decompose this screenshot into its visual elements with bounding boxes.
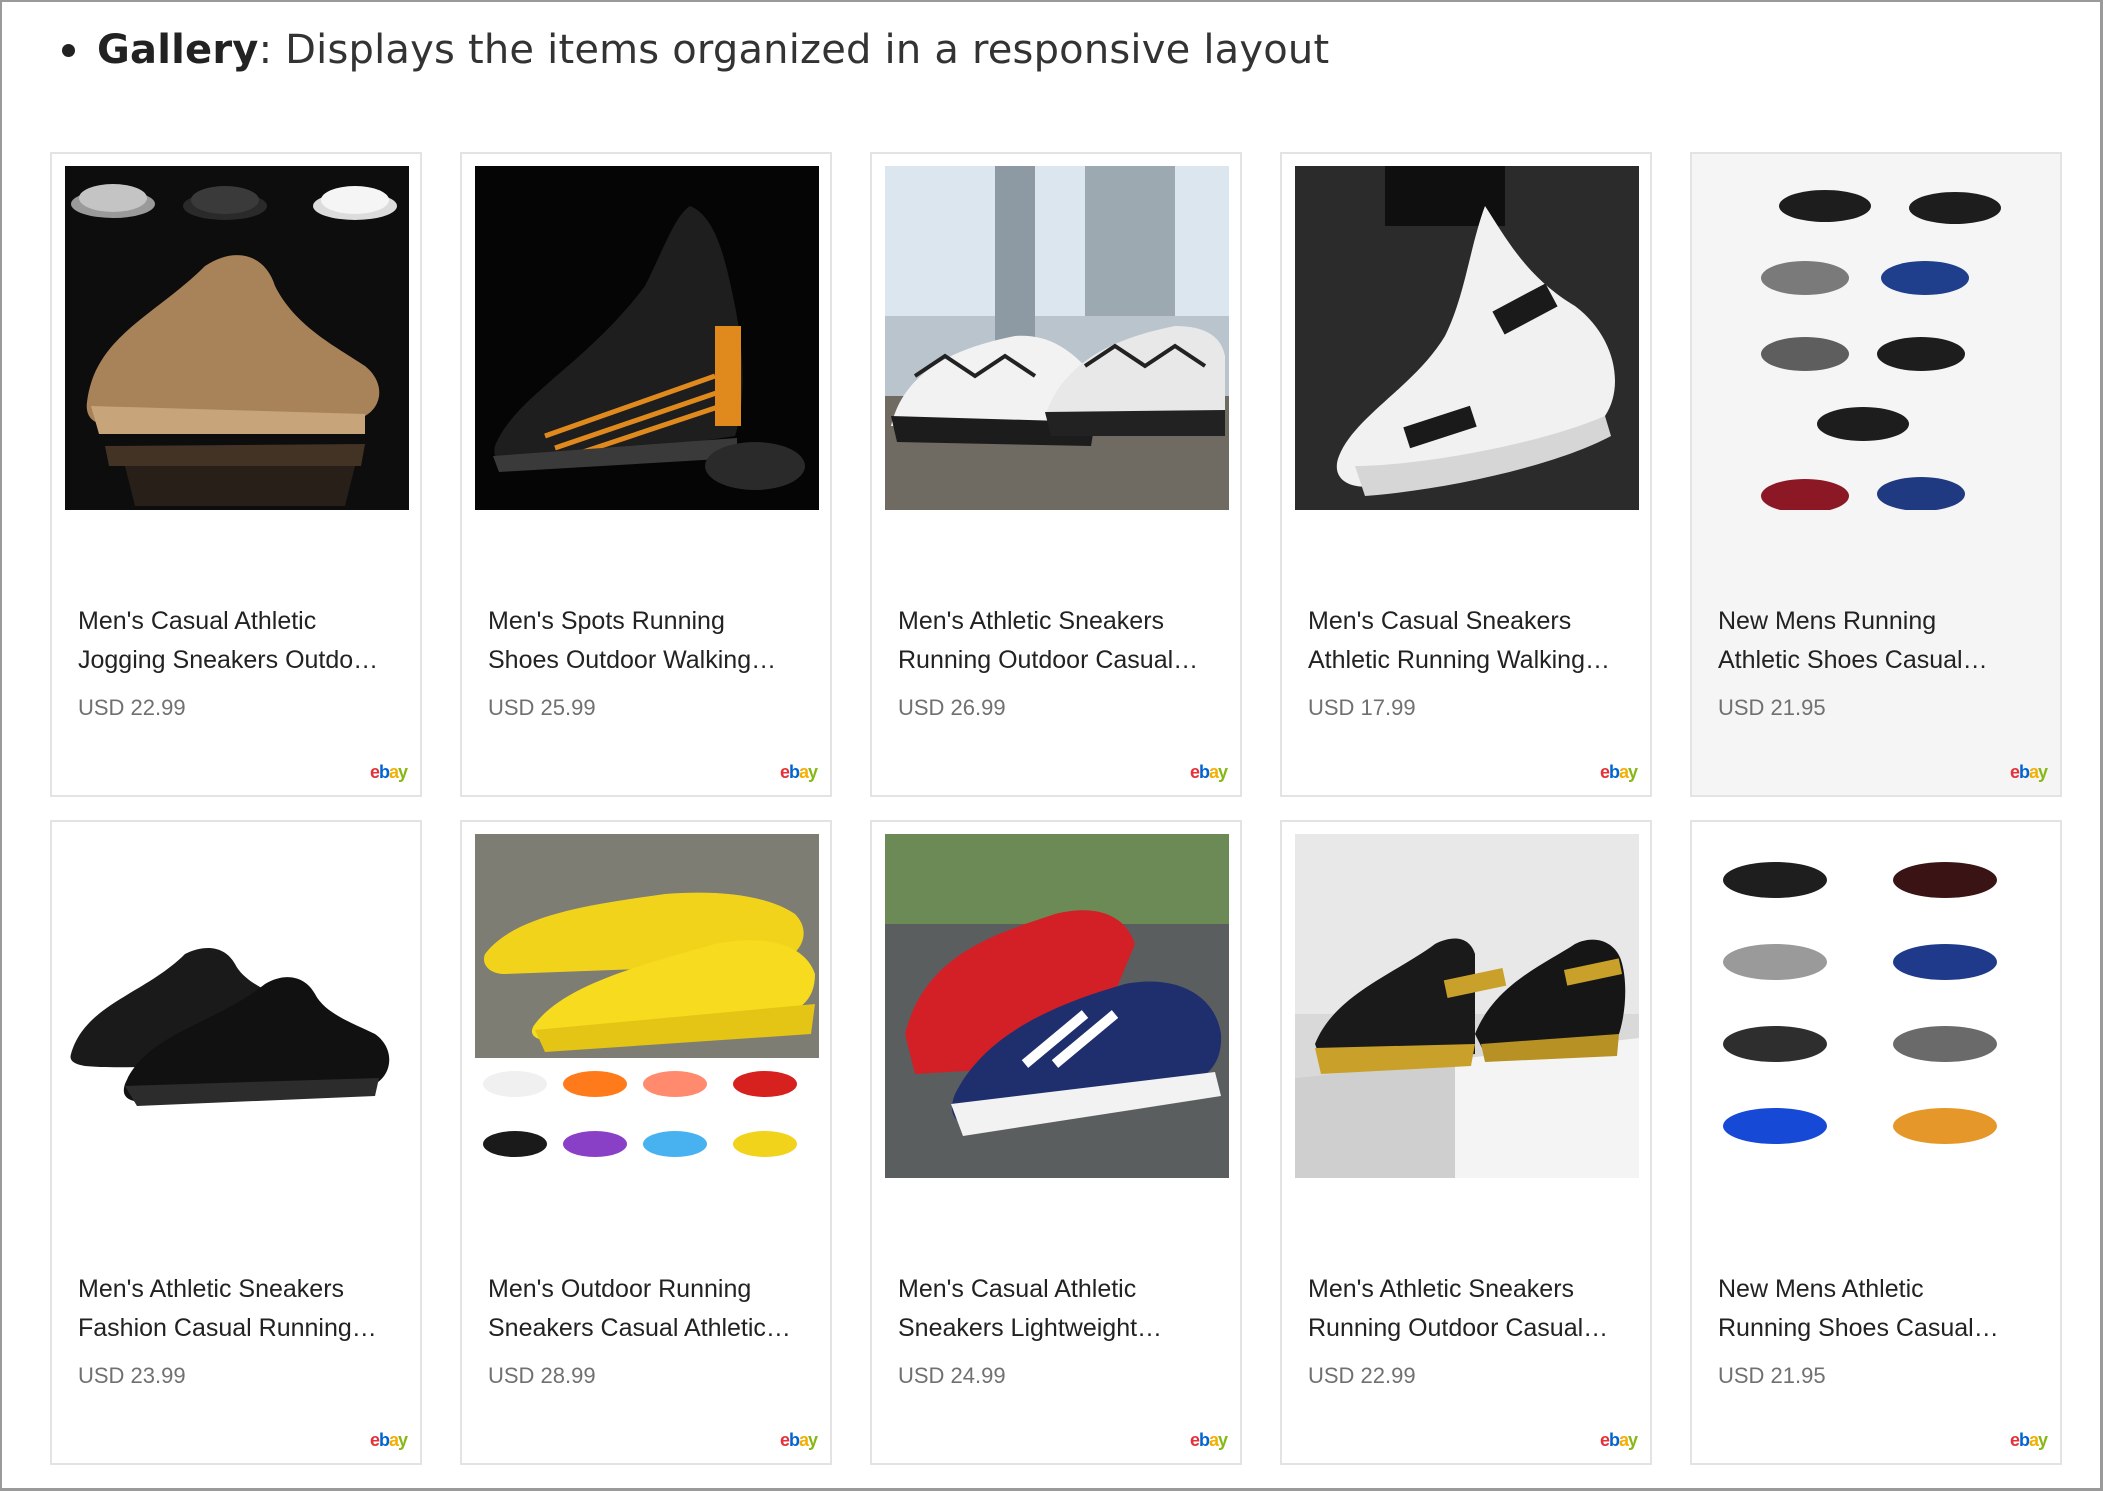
black-orange-sneaker-photo[interactable] bbox=[475, 166, 819, 510]
product-card[interactable]: Men's Casual Athletic Sneakers Lightweig… bbox=[870, 820, 1242, 1465]
product-title-line-1: Men's Spots Running bbox=[488, 607, 725, 635]
bullet-icon bbox=[62, 43, 75, 57]
product-card[interactable]: Men's Outdoor Running Sneakers Casual At… bbox=[460, 820, 832, 1465]
product-title-line-2: Athletic Running Walking… bbox=[1308, 646, 1610, 674]
product-price: USD 21.95 bbox=[1718, 1363, 1826, 1388]
gallery-description: Gallery : Displays the items organized i… bbox=[62, 20, 1329, 80]
product-card[interactable]: New Mens Athletic Running Shoes Casual… … bbox=[1690, 820, 2062, 1465]
product-title[interactable]: Men's Outdoor Running Sneakers Casual At… bbox=[488, 1270, 808, 1348]
product-card[interactable]: New Mens Running Athletic Shoes Casual… … bbox=[1690, 152, 2062, 797]
product-card[interactable]: Men's Athletic Sneakers Running Outdoor … bbox=[1280, 820, 1652, 1465]
product-price: USD 21.95 bbox=[1718, 695, 1826, 720]
product-title-line-2: Running Outdoor Casual… bbox=[1308, 1314, 1609, 1342]
product-card[interactable]: Men's Athletic Sneakers Running Outdoor … bbox=[870, 152, 1242, 797]
product-title-line-1: New Mens Athletic bbox=[1718, 1275, 1924, 1303]
product-price: USD 28.99 bbox=[488, 1363, 596, 1388]
product-title[interactable]: New Mens Running Athletic Shoes Casual… bbox=[1718, 602, 2038, 680]
red-navy-white-sneakers-photo[interactable] bbox=[885, 834, 1229, 1178]
ebay-logo: ebay bbox=[1599, 762, 1638, 782]
product-title[interactable]: Men's Casual Sneakers Athletic Running W… bbox=[1308, 602, 1628, 680]
product-card[interactable]: Men's Spots Running Shoes Outdoor Walkin… bbox=[460, 152, 832, 797]
product-title-line-2: Fashion Casual Running… bbox=[78, 1314, 377, 1342]
product-title-line-2: Athletic Shoes Casual… bbox=[1718, 646, 1988, 674]
ebay-logo: ebay bbox=[2009, 1430, 2048, 1450]
product-price: USD 17.99 bbox=[1308, 695, 1416, 720]
product-price: USD 22.99 bbox=[1308, 1363, 1416, 1388]
white-black-pattern-sneakers-photo[interactable] bbox=[885, 166, 1229, 510]
product-title[interactable]: Men's Athletic Sneakers Running Outdoor … bbox=[1308, 1270, 1628, 1348]
product-image bbox=[1295, 166, 1639, 510]
product-title[interactable]: New Mens Athletic Running Shoes Casual… bbox=[1718, 1270, 2038, 1348]
product-price: USD 23.99 bbox=[78, 1363, 186, 1388]
black-knit-sneakers-photo[interactable] bbox=[65, 834, 409, 1178]
product-card[interactable]: Men's Casual Sneakers Athletic Running W… bbox=[1280, 152, 1652, 797]
sneaker-eight-colors-grid-photo[interactable] bbox=[1705, 834, 2049, 1178]
product-title-line-2: Running Outdoor Casual… bbox=[898, 646, 1199, 674]
product-image bbox=[885, 166, 1229, 510]
ebay-logo: ebay bbox=[2009, 762, 2048, 782]
ebay-logo: ebay bbox=[1189, 1430, 1228, 1450]
ebay-logo: ebay bbox=[1599, 1430, 1638, 1450]
gallery-label: Gallery bbox=[97, 27, 259, 73]
product-price: USD 22.99 bbox=[78, 695, 186, 720]
product-image bbox=[65, 834, 409, 1178]
product-image bbox=[1705, 166, 2049, 510]
sneaker-color-variants-grid-photo[interactable] bbox=[1705, 166, 2049, 510]
yellow-just-so-sneakers-photo[interactable] bbox=[475, 834, 819, 1178]
product-title-line-2: Shoes Outdoor Walking… bbox=[488, 646, 777, 674]
gallery-grid: Men's Casual Athletic Jogging Sneakers O… bbox=[50, 152, 2062, 1465]
product-title-line-2: Sneakers Casual Athletic… bbox=[488, 1314, 791, 1342]
ebay-logo: ebay bbox=[1189, 762, 1228, 782]
product-title-line-1: Men's Athletic Sneakers bbox=[78, 1275, 345, 1303]
product-title[interactable]: Men's Casual Athletic Jogging Sneakers O… bbox=[78, 602, 398, 680]
product-image bbox=[1295, 834, 1639, 1178]
product-title-line-1: Men's Casual Athletic bbox=[898, 1275, 1137, 1303]
product-price: USD 24.99 bbox=[898, 1363, 1006, 1388]
product-title-line-1: Men's Casual Athletic bbox=[78, 607, 317, 635]
product-title-line-2: Running Shoes Casual… bbox=[1718, 1314, 1999, 1342]
ebay-logo: ebay bbox=[369, 762, 408, 782]
product-image bbox=[475, 834, 819, 1178]
product-title[interactable]: Men's Athletic Sneakers Running Outdoor … bbox=[898, 602, 1218, 680]
product-image bbox=[1705, 834, 2049, 1178]
product-title-line-1: Men's Outdoor Running bbox=[488, 1275, 752, 1303]
tan-knit-sneaker-with-color-variants-photo[interactable] bbox=[65, 166, 409, 510]
black-gold-warning-sneakers-photo[interactable] bbox=[1295, 834, 1639, 1178]
white-slip-on-sneaker-on-foot-photo[interactable] bbox=[1295, 166, 1639, 510]
product-price: USD 25.99 bbox=[488, 695, 596, 720]
ebay-logo: ebay bbox=[369, 1430, 408, 1450]
product-title-line-1: New Mens Running bbox=[1718, 607, 1937, 635]
product-title-line-1: Men's Athletic Sneakers bbox=[898, 607, 1165, 635]
product-image bbox=[475, 166, 819, 510]
product-card[interactable]: Men's Casual Athletic Jogging Sneakers O… bbox=[50, 152, 422, 797]
product-image bbox=[65, 166, 409, 510]
product-title-line-2: Jogging Sneakers Outdo… bbox=[78, 646, 379, 674]
ebay-logo: ebay bbox=[779, 762, 818, 782]
product-price: USD 26.99 bbox=[898, 695, 1006, 720]
ebay-logo: ebay bbox=[779, 1430, 818, 1450]
product-title[interactable]: Men's Athletic Sneakers Fashion Casual R… bbox=[78, 1270, 398, 1348]
product-title[interactable]: Men's Casual Athletic Sneakers Lightweig… bbox=[898, 1270, 1218, 1348]
gallery-description-text: : Displays the items organized in a resp… bbox=[258, 27, 1330, 73]
product-title-line-1: Men's Athletic Sneakers bbox=[1308, 1275, 1575, 1303]
product-title-line-1: Men's Casual Sneakers bbox=[1308, 607, 1572, 635]
product-image bbox=[885, 834, 1229, 1178]
product-title[interactable]: Men's Spots Running Shoes Outdoor Walkin… bbox=[488, 602, 808, 680]
product-title-line-2: Sneakers Lightweight… bbox=[898, 1314, 1163, 1342]
product-card[interactable]: Men's Athletic Sneakers Fashion Casual R… bbox=[50, 820, 422, 1465]
